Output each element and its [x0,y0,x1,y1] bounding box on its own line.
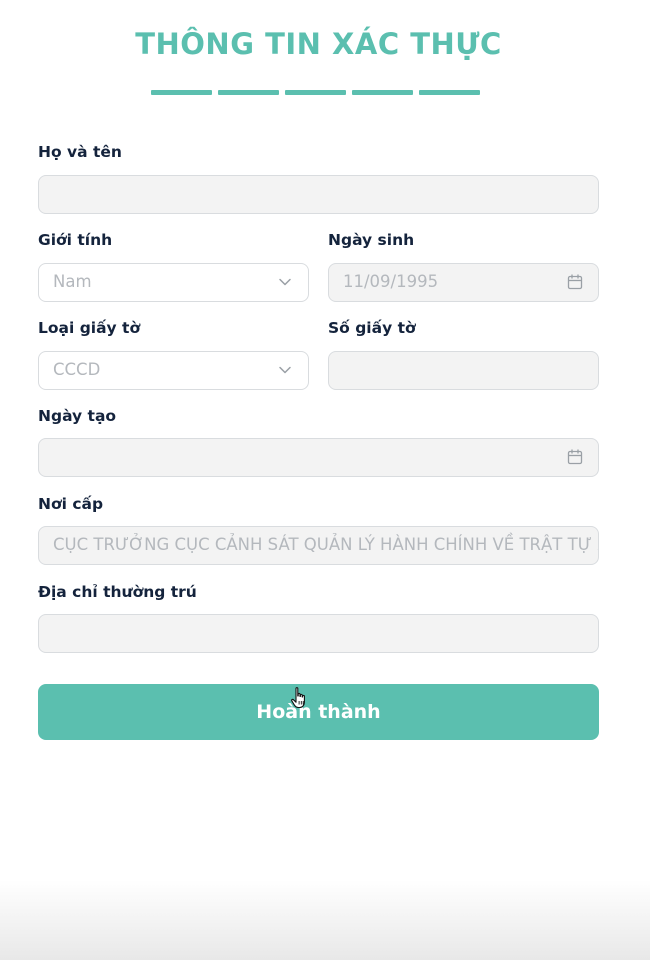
document-number-field[interactable] [328,351,599,390]
issue-place-field[interactable]: CỤC TRƯỞNG CỤC CẢNH SÁT QUẢN LÝ HÀNH CHÍ… [38,526,599,565]
birth-date-value: 11/09/1995 [343,272,439,291]
progress-step [285,90,346,95]
document-type-value: CCCD [53,360,101,379]
chevron-down-icon [279,278,291,286]
full-name-label: Họ và tên [38,143,122,161]
progress-indicator [151,90,480,95]
verification-form-page: THÔNG TIN XÁC THỰC Họ và tên Giới tính N… [0,0,650,960]
progress-step [419,90,480,95]
birth-date-field[interactable]: 11/09/1995 [328,263,599,302]
page-title: THÔNG TIN XÁC THỰC [135,27,502,61]
document-number-label: Số giấy tờ [328,319,416,337]
chevron-down-icon [279,366,291,374]
birth-date-label: Ngày sinh [328,231,415,249]
issue-date-label: Ngày tạo [38,407,117,425]
issue-place-value: CỤC TRƯỞNG CỤC CẢNH SÁT QUẢN LÝ HÀNH CHÍ… [53,535,598,554]
gender-value: Nam [53,272,92,291]
progress-step [218,90,279,95]
calendar-icon [567,274,583,290]
permanent-address-label: Địa chỉ thường trú [38,583,197,601]
document-type-label: Loại giấy tờ [38,319,141,337]
full-name-field[interactable] [38,175,599,214]
calendar-icon [567,449,583,465]
issue-place-label: Nơi cấp [38,495,104,513]
progress-step [352,90,413,95]
permanent-address-field[interactable] [38,614,599,653]
document-type-select[interactable]: CCCD [38,351,309,390]
bottom-fade [0,880,650,960]
gender-label: Giới tính [38,231,113,249]
complete-button[interactable]: Hoàn thành [38,684,599,740]
issue-date-field[interactable] [38,438,599,477]
hand-cursor-icon [291,687,305,709]
gender-select[interactable]: Nam [38,263,309,302]
progress-step [151,90,212,95]
